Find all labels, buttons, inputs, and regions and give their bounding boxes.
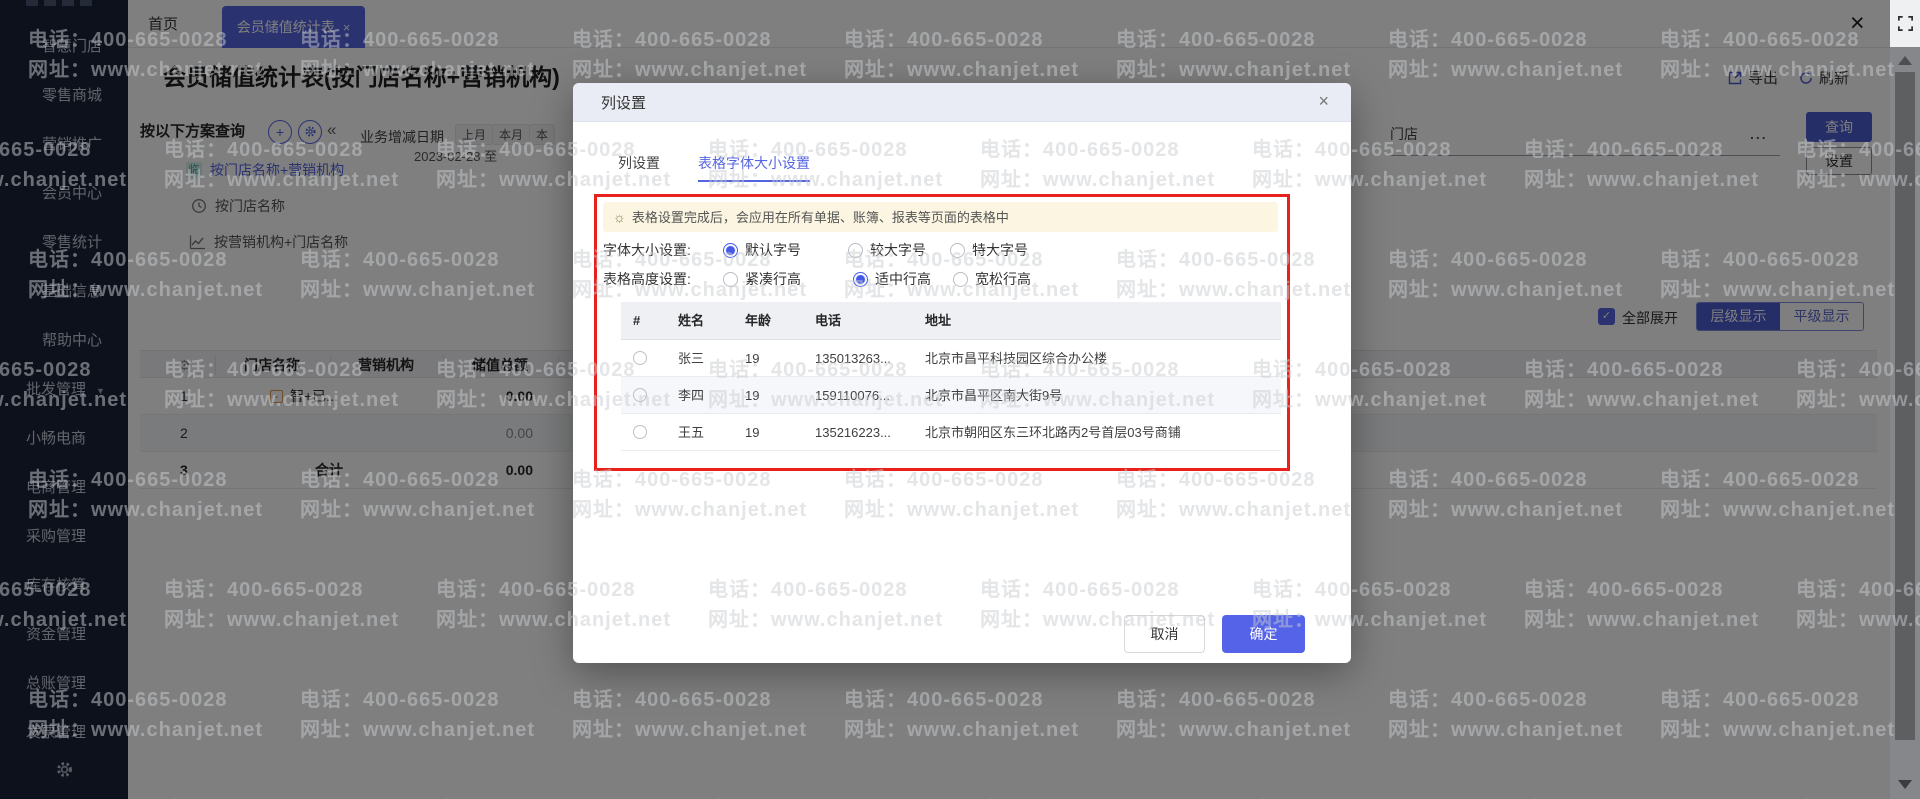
preview-cell: 135216223... (815, 425, 891, 440)
radio-label: 特大字号 (972, 242, 1028, 258)
col-name: 姓名 (678, 313, 705, 328)
settings-tip: ☼ 表格设置完成后，会应用在所有单据、账簿、报表等页面的表格中 (603, 202, 1278, 232)
preview-cell: 北京市朝阳区东三环北路丙2号首层03号商铺 (925, 425, 1181, 440)
radio-icon (723, 242, 738, 258)
row-height-label: 表格高度设置: (603, 271, 691, 287)
scroll-down-arrow[interactable] (1898, 780, 1912, 789)
radio-icon (848, 242, 863, 258)
app-root: 智慧门店零售商城营销推广会员中心零售统计基础信息帮助中心 批发管理▼ 小畅电商电… (0, 0, 1920, 799)
radio-label: 默认字号 (745, 242, 801, 258)
radio-compact-row[interactable]: 紧凑行高 (723, 269, 801, 289)
radio-icon (950, 242, 965, 258)
preview-cell: 159110076... (815, 388, 890, 403)
scroll-up-arrow[interactable] (1898, 56, 1912, 65)
radio-label: 较大字号 (870, 242, 926, 258)
preview-cell: 北京市昌平科技园区综合办公楼 (925, 351, 1108, 366)
radio-icon (723, 271, 738, 287)
preview-cell: 19 (745, 351, 760, 366)
radio-label: 适中行高 (875, 271, 931, 287)
preview-cell: 李四 (678, 388, 705, 403)
radio-label: 紧凑行高 (745, 271, 801, 287)
radio-medium-row[interactable]: 适中行高 (853, 269, 931, 289)
modal-header: 列设置 × (573, 83, 1351, 122)
preview-table-row[interactable]: 李四 19 159110076... 北京市昌平区南大街9号 (621, 377, 1281, 414)
preview-cell: 王五 (678, 425, 705, 440)
row-radio-icon[interactable] (633, 425, 647, 439)
radio-label: 宽松行高 (975, 271, 1031, 287)
preview-table: # 姓名 年龄 电话 地址 张三 19 135013263... 北京市昌平科技园区综… (621, 302, 1281, 451)
tab-column-settings[interactable]: 列设置 (618, 153, 660, 173)
lightbulb-icon: ☼ (613, 209, 626, 225)
col-age: 年龄 (745, 313, 772, 328)
row-radio-icon[interactable] (633, 351, 647, 365)
preview-table-body: 张三 19 135013263... 北京市昌平科技园区综合办公楼李四 19 159110… (621, 340, 1281, 451)
preview-cell: 19 (745, 388, 760, 403)
preview-cell: 135013263... (815, 351, 891, 366)
confirm-button[interactable]: 确定 (1222, 615, 1305, 653)
radio-large-font[interactable]: 较大字号 (848, 240, 926, 260)
radio-icon (853, 271, 868, 287)
tip-text: 表格设置完成后，会应用在所有单据、账簿、报表等页面的表格中 (631, 210, 1009, 225)
browser-scrollbar (1890, 0, 1920, 799)
preview-table-header: # 姓名 年龄 电话 地址 (621, 302, 1281, 340)
preview-cell: 19 (745, 425, 760, 440)
modal-close-icon[interactable]: × (1318, 91, 1329, 112)
cancel-button[interactable]: 取消 (1124, 615, 1205, 653)
preview-cell: 北京市昌平区南大街9号 (925, 388, 1063, 403)
radio-icon (953, 271, 968, 287)
preview-table-row[interactable]: 张三 19 135013263... 北京市昌平科技园区综合办公楼 (621, 340, 1281, 377)
preview-table-row[interactable]: 王五 19 135216223... 北京市朝阳区东三环北路丙2号首层03号商铺 (621, 414, 1281, 451)
col-hash: # (633, 313, 641, 328)
scrollbar-thumb[interactable] (1895, 72, 1915, 740)
row-radio-icon[interactable] (633, 388, 647, 402)
fullscreen-icon (1897, 16, 1913, 31)
radio-default-font[interactable]: 默认字号 (723, 240, 801, 260)
preview-cell: 张三 (678, 351, 705, 366)
modal-title: 列设置 (601, 95, 647, 112)
col-address: 地址 (925, 313, 952, 328)
radio-loose-row[interactable]: 宽松行高 (953, 269, 1031, 289)
radio-extra-large-font[interactable]: 特大字号 (950, 240, 1028, 260)
fullscreen-button[interactable] (1890, 0, 1920, 47)
font-size-label: 字体大小设置: (603, 242, 691, 258)
col-phone: 电话 (815, 313, 842, 328)
tab-table-font-size[interactable]: 表格字体大小设置 (698, 153, 810, 182)
column-settings-modal: 列设置 × 列设置 表格字体大小设置 ☼ 表格设置完成后，会应用在所有单据、账簿、… (573, 83, 1351, 663)
